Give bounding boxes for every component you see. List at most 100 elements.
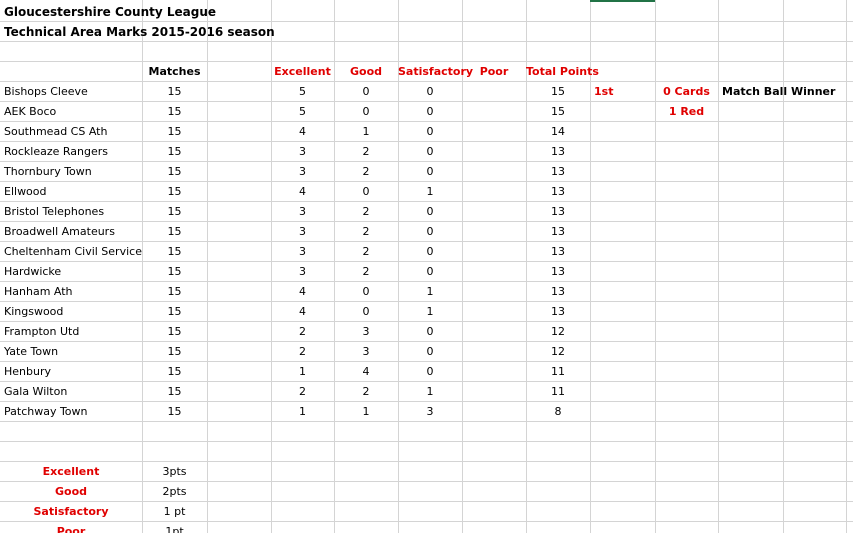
total-points-cell[interactable]: 13 — [526, 182, 590, 202]
team-name[interactable]: Frampton Utd — [0, 322, 142, 342]
team-name[interactable]: AEK Boco — [0, 102, 142, 122]
total-points-cell[interactable]: 12 — [526, 342, 590, 362]
matches-cell[interactable]: 15 — [142, 202, 207, 222]
good-cell[interactable]: 2 — [334, 382, 398, 402]
good-cell[interactable]: 0 — [334, 302, 398, 322]
good-cell[interactable]: 1 — [334, 122, 398, 142]
satisfactory-cell[interactable]: 0 — [398, 322, 462, 342]
matches-cell[interactable]: 15 — [142, 362, 207, 382]
excellent-cell[interactable]: 2 — [271, 382, 334, 402]
team-name[interactable]: Patchway Town — [0, 402, 142, 422]
satisfactory-cell[interactable]: 0 — [398, 262, 462, 282]
red-card-note[interactable]: 1 Red — [655, 102, 718, 122]
excellent-cell[interactable]: 3 — [271, 222, 334, 242]
legend-points[interactable]: 2pts — [142, 482, 207, 502]
total-points-cell[interactable]: 15 — [526, 82, 590, 102]
satisfactory-cell[interactable]: 0 — [398, 122, 462, 142]
sheet-title[interactable]: Gloucestershire County League — [0, 2, 216, 22]
satisfactory-cell[interactable]: 1 — [398, 382, 462, 402]
matches-cell[interactable]: 15 — [142, 322, 207, 342]
matches-cell[interactable]: 15 — [142, 222, 207, 242]
team-name[interactable]: Bishops Cleeve — [0, 82, 142, 102]
total-points-cell[interactable]: 8 — [526, 402, 590, 422]
matches-cell[interactable]: 15 — [142, 262, 207, 282]
total-points-cell[interactable]: 13 — [526, 142, 590, 162]
first-place-note[interactable]: 1st — [590, 82, 613, 102]
spreadsheet-grid[interactable]: Gloucestershire County League Technical … — [0, 0, 853, 533]
good-cell[interactable]: 0 — [334, 182, 398, 202]
match-ball-winner-note[interactable]: Match Ball Winner — [718, 82, 835, 102]
excellent-cell[interactable]: 3 — [271, 202, 334, 222]
satisfactory-cell[interactable]: 1 — [398, 182, 462, 202]
matches-cell[interactable]: 15 — [142, 302, 207, 322]
satisfactory-cell[interactable]: 0 — [398, 142, 462, 162]
good-cell[interactable]: 2 — [334, 222, 398, 242]
legend-label[interactable]: Poor — [0, 522, 142, 533]
team-name[interactable]: Southmead CS Ath — [0, 122, 142, 142]
total-points-cell[interactable]: 13 — [526, 202, 590, 222]
team-name[interactable]: Rockleaze Rangers — [0, 142, 142, 162]
header-poor[interactable]: Poor — [462, 62, 526, 82]
legend-points[interactable]: 3pts — [142, 462, 207, 482]
team-name[interactable]: Yate Town — [0, 342, 142, 362]
satisfactory-cell[interactable]: 1 — [398, 302, 462, 322]
excellent-cell[interactable]: 3 — [271, 242, 334, 262]
matches-cell[interactable]: 15 — [142, 182, 207, 202]
good-cell[interactable]: 2 — [334, 162, 398, 182]
matches-cell[interactable]: 15 — [142, 402, 207, 422]
total-points-cell[interactable]: 13 — [526, 302, 590, 322]
total-points-cell[interactable]: 13 — [526, 282, 590, 302]
team-name[interactable]: Ellwood — [0, 182, 142, 202]
excellent-cell[interactable]: 3 — [271, 262, 334, 282]
satisfactory-cell[interactable]: 1 — [398, 282, 462, 302]
total-points-cell[interactable]: 12 — [526, 322, 590, 342]
header-good[interactable]: Good — [334, 62, 398, 82]
matches-cell[interactable]: 15 — [142, 122, 207, 142]
total-points-cell[interactable]: 14 — [526, 122, 590, 142]
team-name[interactable]: Henbury — [0, 362, 142, 382]
excellent-cell[interactable]: 1 — [271, 402, 334, 422]
team-name[interactable]: Hardwicke — [0, 262, 142, 282]
total-points-cell[interactable]: 13 — [526, 222, 590, 242]
good-cell[interactable]: 2 — [334, 142, 398, 162]
legend-label[interactable]: Satisfactory — [0, 502, 142, 522]
excellent-cell[interactable]: 2 — [271, 322, 334, 342]
excellent-cell[interactable]: 4 — [271, 122, 334, 142]
satisfactory-cell[interactable]: 0 — [398, 242, 462, 262]
total-points-cell[interactable]: 13 — [526, 242, 590, 262]
satisfactory-cell[interactable]: 0 — [398, 362, 462, 382]
good-cell[interactable]: 0 — [334, 102, 398, 122]
excellent-cell[interactable]: 5 — [271, 82, 334, 102]
good-cell[interactable]: 3 — [334, 342, 398, 362]
good-cell[interactable]: 0 — [334, 82, 398, 102]
matches-cell[interactable]: 15 — [142, 102, 207, 122]
team-name[interactable]: Bristol Telephones — [0, 202, 142, 222]
satisfactory-cell[interactable]: 0 — [398, 102, 462, 122]
matches-cell[interactable]: 15 — [142, 342, 207, 362]
team-name[interactable]: Gala Wilton — [0, 382, 142, 402]
team-name[interactable]: Broadwell Amateurs — [0, 222, 142, 242]
cards-note[interactable]: 0 Cards — [655, 82, 718, 102]
matches-cell[interactable]: 15 — [142, 382, 207, 402]
excellent-cell[interactable]: 5 — [271, 102, 334, 122]
satisfactory-cell[interactable]: 0 — [398, 342, 462, 362]
excellent-cell[interactable]: 1 — [271, 362, 334, 382]
header-matches[interactable]: Matches — [142, 62, 207, 82]
excellent-cell[interactable]: 3 — [271, 142, 334, 162]
matches-cell[interactable]: 15 — [142, 282, 207, 302]
satisfactory-cell[interactable]: 0 — [398, 162, 462, 182]
team-name[interactable]: Hanham Ath — [0, 282, 142, 302]
team-name[interactable]: Cheltenham Civil Service — [0, 242, 142, 262]
matches-cell[interactable]: 15 — [142, 142, 207, 162]
satisfactory-cell[interactable]: 0 — [398, 222, 462, 242]
excellent-cell[interactable]: 4 — [271, 282, 334, 302]
team-name[interactable]: Kingswood — [0, 302, 142, 322]
legend-points[interactable]: 1pt — [142, 522, 207, 533]
excellent-cell[interactable]: 3 — [271, 162, 334, 182]
sheet-subtitle[interactable]: Technical Area Marks 2015-2016 season — [0, 22, 275, 42]
good-cell[interactable]: 2 — [334, 262, 398, 282]
excellent-cell[interactable]: 4 — [271, 302, 334, 322]
good-cell[interactable]: 2 — [334, 202, 398, 222]
good-cell[interactable]: 3 — [334, 322, 398, 342]
total-points-cell[interactable]: 13 — [526, 162, 590, 182]
